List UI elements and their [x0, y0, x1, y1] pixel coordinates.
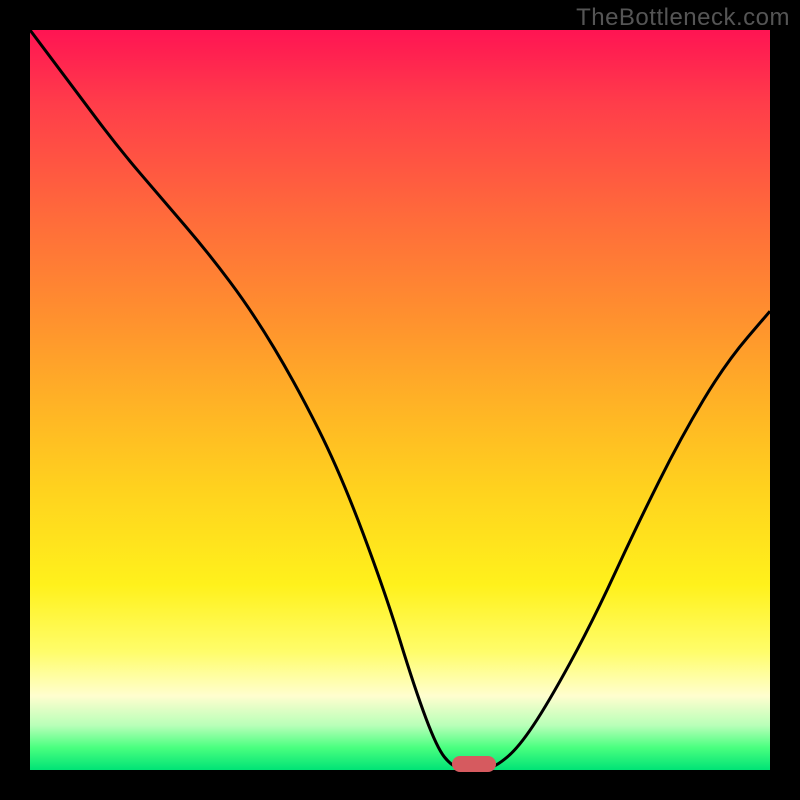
watermark-text: TheBottleneck.com	[576, 4, 790, 32]
curve-path	[30, 30, 770, 770]
bottleneck-curve	[30, 30, 770, 770]
optimal-marker	[452, 756, 496, 772]
chart-frame: TheBottleneck.com	[0, 0, 800, 800]
